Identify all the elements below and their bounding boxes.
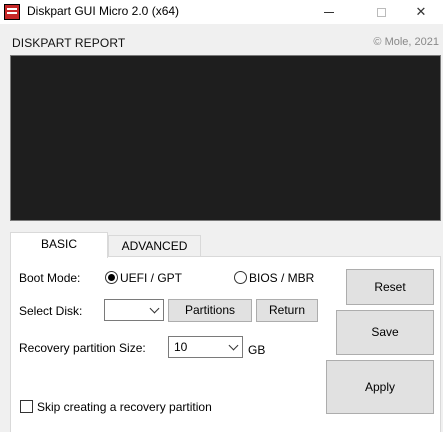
save-button[interactable]: Save [336,310,434,355]
recovery-size-label: Recovery partition Size: [19,341,146,355]
uefi-gpt-radio[interactable] [105,271,118,284]
skip-recovery-label[interactable]: Skip creating a recovery partition [37,400,212,414]
select-disk-dropdown[interactable] [104,299,164,321]
bios-mbr-radio[interactable] [234,271,247,284]
select-disk-label: Select Disk: [19,304,83,318]
close-icon: ✕ [415,4,427,19]
boot-mode-label: Boot Mode: [19,271,81,285]
bios-mbr-label[interactable]: BIOS / MBR [249,271,314,285]
tab-advanced[interactable]: ADVANCED [108,235,201,256]
minimize-icon [324,12,334,14]
return-button[interactable]: Return [256,299,318,322]
skip-recovery-checkbox[interactable] [20,400,33,413]
minimize-button[interactable] [306,0,352,24]
partitions-button[interactable]: Partitions [168,299,252,322]
tab-basic[interactable]: BASIC [10,232,108,258]
window-title: Diskpart GUI Micro 2.0 (x64) [27,4,180,18]
chevron-down-icon [149,303,160,314]
recovery-size-unit: GB [248,343,266,357]
app-icon [4,4,20,20]
uefi-gpt-label[interactable]: UEFI / GPT [120,271,182,285]
close-button[interactable]: ✕ [398,0,443,24]
chevron-down-icon [228,340,239,351]
apply-button[interactable]: Apply [326,360,434,414]
recovery-size-dropdown[interactable]: 10 [168,336,243,358]
recovery-size-value: 10 [174,340,188,354]
reset-button[interactable]: Reset [346,269,434,305]
copyright-text: © Mole, 2021 [373,36,439,48]
maximize-icon [376,8,386,18]
title-bar: Diskpart GUI Micro 2.0 (x64) ✕ [0,0,443,24]
report-label: DISKPART REPORT [12,36,126,50]
report-output-box[interactable] [10,55,441,221]
